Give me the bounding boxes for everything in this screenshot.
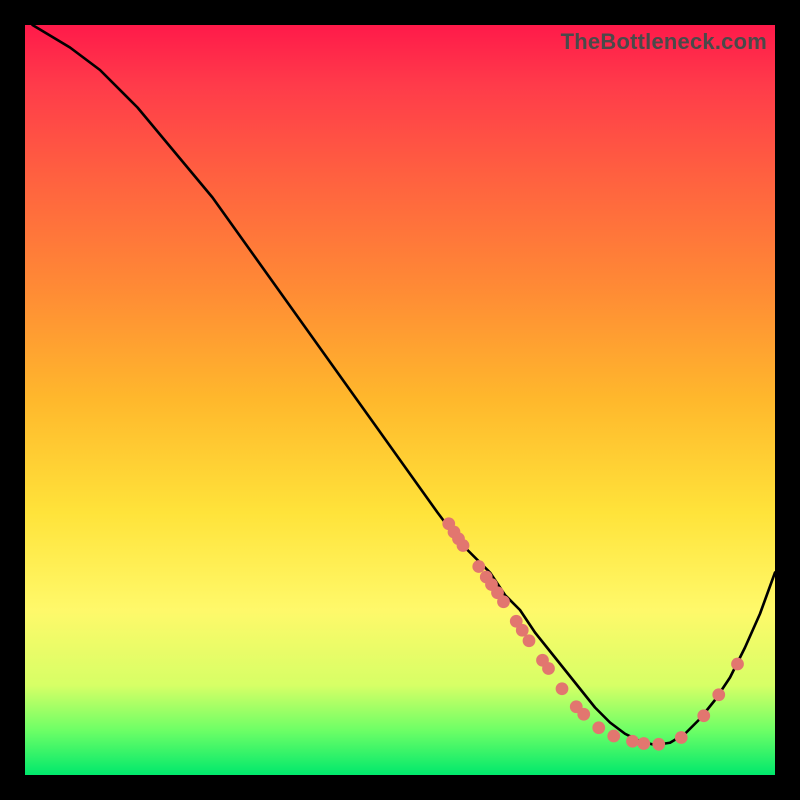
chart-stage: TheBottleneck.com [0,0,800,800]
chart-point [577,708,590,721]
chart-point [542,662,555,675]
chart-point [556,682,569,695]
chart-point [457,539,470,552]
chart-point [516,624,529,637]
chart-point [497,595,510,608]
chart-point [472,560,485,573]
chart-point [607,730,620,743]
chart-point [675,731,688,744]
chart-point [731,658,744,671]
plot-area: TheBottleneck.com [25,25,775,775]
chart-point [637,737,650,750]
chart-overlay [25,25,775,775]
chart-curve [33,25,776,745]
chart-points [442,517,744,750]
chart-point [652,738,665,751]
chart-point [592,721,605,734]
chart-point [712,688,725,701]
chart-point [626,735,639,748]
chart-point [697,709,710,722]
chart-point [523,634,536,647]
